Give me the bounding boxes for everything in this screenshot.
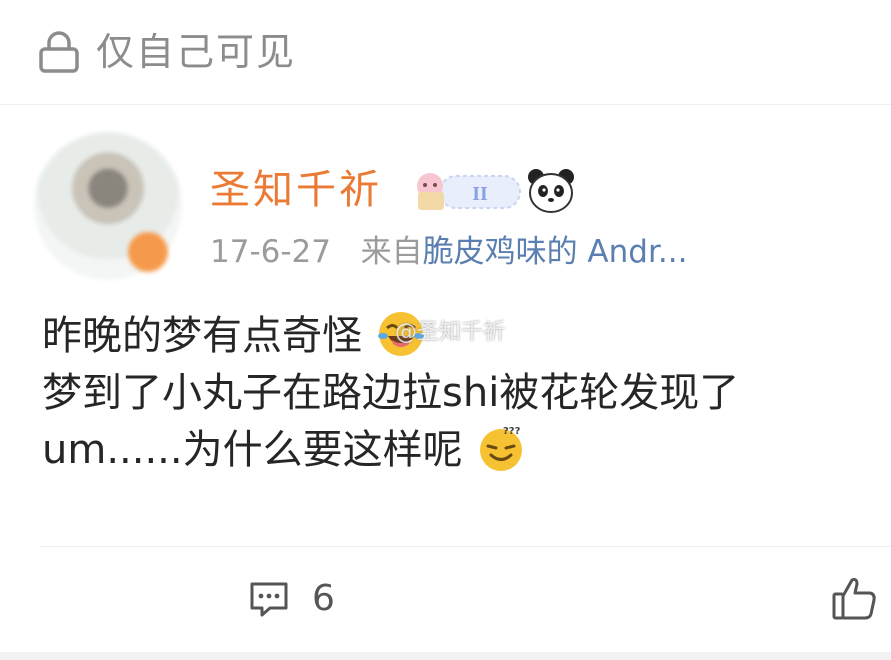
privacy-bar: 仅自己可见 xyxy=(0,0,891,104)
post-meta: 17-6-27 来自脆皮鸡味的 Andr... xyxy=(210,232,687,272)
source-link[interactable]: 脆皮鸡味的 Andr... xyxy=(423,234,688,270)
post-line-text: 梦到了小丸子在路边拉shi被花轮发现了 xyxy=(42,370,740,416)
post-line: um......为什么要这样呢 ??? xyxy=(42,422,891,479)
author-name[interactable]: 圣知千祈 xyxy=(210,166,382,214)
privacy-label: 仅自己可见 xyxy=(96,30,297,74)
puzzled-smile-emoji-icon: ??? xyxy=(480,426,523,471)
thumbs-up-icon[interactable] xyxy=(830,574,878,622)
comment-icon[interactable] xyxy=(248,580,290,620)
post-date: 17-6-27 xyxy=(210,234,331,270)
lock-icon xyxy=(39,31,79,73)
post-line: 梦到了小丸子在路边拉shi被花轮发现了 xyxy=(42,365,891,422)
svg-text:???: ??? xyxy=(503,426,521,437)
panda-icon xyxy=(528,169,574,213)
post-line-text: um......为什么要这样呢 xyxy=(42,427,463,473)
avatar-badge xyxy=(128,232,168,272)
post-line-text: 昨晚的梦有点奇怪 xyxy=(42,313,362,359)
watermark: @圣知千祈 xyxy=(395,320,506,345)
source-prefix: 来自 xyxy=(360,234,423,270)
divider xyxy=(0,104,891,105)
divider xyxy=(40,546,891,547)
comment-count[interactable]: 6 xyxy=(312,576,335,622)
bottom-strip xyxy=(0,652,891,660)
svg-text:II: II xyxy=(472,183,488,205)
level-badge-icon: II xyxy=(417,173,521,210)
